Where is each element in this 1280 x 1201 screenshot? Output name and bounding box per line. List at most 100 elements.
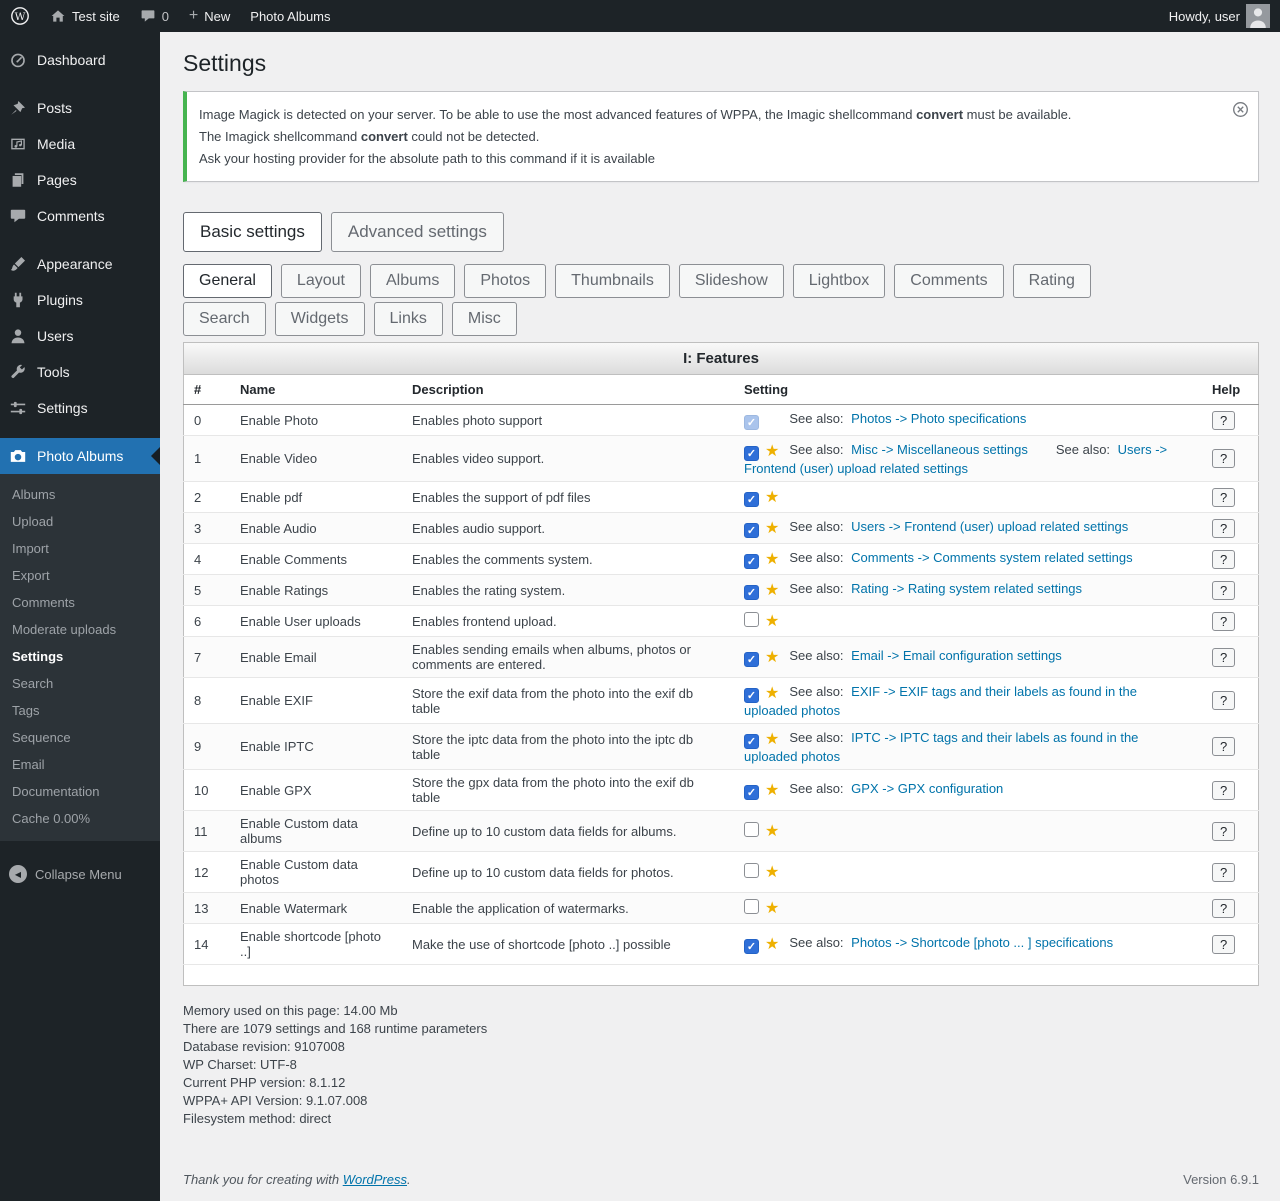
howdy-user-link[interactable]: Howdy, user — [1159, 0, 1280, 32]
see-also: See also: GPX -> GPX configuration — [789, 781, 1003, 796]
setting-checkbox[interactable]: ✓ — [744, 939, 759, 954]
sidebar-subitem-import[interactable]: Import — [0, 535, 160, 562]
tab-widgets[interactable]: Widgets — [274, 302, 365, 336]
sidebar-subitem-export[interactable]: Export — [0, 562, 160, 589]
setting-cell: ★ — [734, 851, 1202, 893]
help-button[interactable]: ? — [1212, 518, 1236, 538]
tab-photos[interactable]: Photos — [464, 264, 547, 298]
wordpress-logo[interactable]: W — [0, 0, 40, 32]
tab-links[interactable]: Links — [373, 302, 443, 336]
sidebar-subitem-settings[interactable]: Settings — [0, 643, 160, 670]
comments-icon — [8, 206, 28, 226]
sidebar-item-comments[interactable]: Comments — [0, 198, 160, 234]
svg-text:W: W — [15, 11, 26, 23]
admin-bar-photo-albums-link[interactable]: Photo Albums — [240, 0, 340, 32]
tab-misc[interactable]: Misc — [451, 302, 517, 336]
site-name-link[interactable]: Test site — [40, 0, 130, 32]
setting-checkbox[interactable]: ✓ — [744, 415, 759, 430]
help-button[interactable]: ? — [1212, 862, 1236, 882]
setting-checkbox[interactable]: ✓ — [744, 554, 759, 569]
help-button[interactable]: ? — [1212, 934, 1236, 954]
setting-checkbox[interactable] — [744, 822, 759, 837]
see-also-link[interactable]: GPX -> GPX configuration — [851, 781, 1003, 796]
see-also-link[interactable]: Misc -> Miscellaneous settings — [851, 442, 1028, 457]
sidebar-subitem-email[interactable]: Email — [0, 751, 160, 778]
wordpress-link[interactable]: WordPress — [343, 1172, 407, 1187]
help-button[interactable]: ? — [1212, 780, 1236, 800]
sidebar-subitem-albums[interactable]: Albums — [0, 481, 160, 508]
sidebar-subitem-tags[interactable]: Tags — [0, 697, 160, 724]
admin-bar-comments-link[interactable]: 0 — [130, 0, 179, 32]
sidebar-subitem-search[interactable]: Search — [0, 670, 160, 697]
see-also-link[interactable]: Email -> Email configuration settings — [851, 648, 1062, 663]
tab-general[interactable]: General — [183, 264, 272, 298]
help-button[interactable]: ? — [1212, 580, 1236, 600]
collapse-menu-button[interactable]: ◀ Collapse Menu — [0, 855, 160, 893]
sidebar-subitem-moderate-uploads[interactable]: Moderate uploads — [0, 616, 160, 643]
help-button[interactable]: ? — [1212, 410, 1236, 430]
help-button[interactable]: ? — [1212, 611, 1236, 631]
main-content: Settings Image Magick is detected on you… — [160, 32, 1280, 1201]
tab-rating[interactable]: Rating — [1012, 264, 1091, 298]
sidebar-item-dashboard[interactable]: Dashboard — [0, 42, 160, 78]
comment-bubble-icon — [140, 8, 156, 24]
see-also-link[interactable]: Photos -> Shortcode [photo ... ] specifi… — [851, 935, 1113, 950]
setting-checkbox[interactable]: ✓ — [744, 492, 759, 507]
new-content-link[interactable]: + New — [179, 0, 240, 32]
sidebar-subitem-cache-0-00[interactable]: Cache 0.00% — [0, 805, 160, 832]
thanks-text: Thank you for creating with — [183, 1172, 343, 1187]
sidebar-item-pages[interactable]: Pages — [0, 162, 160, 198]
help-button[interactable]: ? — [1212, 647, 1236, 667]
help-button[interactable]: ? — [1212, 449, 1236, 468]
sidebar-item-settings[interactable]: Settings — [0, 390, 160, 426]
sidebar-subitem-comments[interactable]: Comments — [0, 589, 160, 616]
sidebar-subitem-documentation[interactable]: Documentation — [0, 778, 160, 805]
setting-name: Enable pdf — [230, 481, 402, 513]
sidebar-subitem-upload[interactable]: Upload — [0, 508, 160, 535]
help-button[interactable]: ? — [1212, 549, 1236, 569]
setting-checkbox[interactable] — [744, 899, 759, 914]
setting-checkbox[interactable]: ✓ — [744, 734, 759, 749]
sidebar-subitem-sequence[interactable]: Sequence — [0, 724, 160, 751]
sidebar-item-label: Settings — [37, 400, 88, 416]
tab-basic-settings[interactable]: Basic settings — [183, 212, 322, 252]
see-also-link[interactable]: Users -> Frontend (user) upload related … — [851, 519, 1128, 534]
setting-checkbox[interactable]: ✓ — [744, 785, 759, 800]
see-also-link[interactable]: Rating -> Rating system related settings — [851, 581, 1082, 596]
help-cell: ? — [1202, 435, 1259, 482]
tab-thumbnails[interactable]: Thumbnails — [555, 264, 670, 298]
dismiss-notice-button[interactable] — [1232, 101, 1249, 118]
setting-checkbox[interactable]: ✓ — [744, 688, 759, 703]
sidebar-item-tools[interactable]: Tools — [0, 354, 160, 390]
plug-icon — [8, 290, 28, 310]
help-button[interactable]: ? — [1212, 737, 1236, 756]
setting-checkbox[interactable] — [744, 612, 759, 627]
see-also-link[interactable]: Comments -> Comments system related sett… — [851, 550, 1132, 565]
see-also-link[interactable]: Photos -> Photo specifications — [851, 411, 1026, 426]
setting-checkbox[interactable] — [744, 863, 759, 878]
help-button[interactable]: ? — [1212, 487, 1236, 507]
tab-layout[interactable]: Layout — [280, 264, 361, 298]
sidebar-item-appearance[interactable]: Appearance — [0, 246, 160, 282]
tab-albums[interactable]: Albums — [369, 264, 456, 298]
setting-checkbox[interactable]: ✓ — [744, 446, 759, 461]
setting-checkbox[interactable]: ✓ — [744, 652, 759, 667]
setting-description: Store the exif data from the photo into … — [402, 677, 734, 724]
sidebar-item-photo-albums[interactable]: Photo Albums — [0, 438, 160, 474]
setting-checkbox[interactable]: ✓ — [744, 585, 759, 600]
tab-slideshow[interactable]: Slideshow — [678, 264, 784, 298]
help-button[interactable]: ? — [1212, 691, 1236, 710]
tab-advanced-settings[interactable]: Advanced settings — [330, 212, 504, 252]
tab-search[interactable]: Search — [183, 302, 266, 336]
sidebar-item-media[interactable]: Media — [0, 126, 160, 162]
setting-cell: ✓ ★ See also: GPX -> GPX configuration — [734, 769, 1202, 811]
setting-checkbox[interactable]: ✓ — [744, 523, 759, 538]
tab-comments[interactable]: Comments — [894, 264, 1004, 298]
setting-name: Enable Audio — [230, 512, 402, 544]
sidebar-item-plugins[interactable]: Plugins — [0, 282, 160, 318]
help-button[interactable]: ? — [1212, 898, 1236, 918]
tab-lightbox[interactable]: Lightbox — [792, 264, 886, 298]
sidebar-item-users[interactable]: Users — [0, 318, 160, 354]
help-button[interactable]: ? — [1212, 821, 1236, 841]
sidebar-item-posts[interactable]: Posts — [0, 90, 160, 126]
